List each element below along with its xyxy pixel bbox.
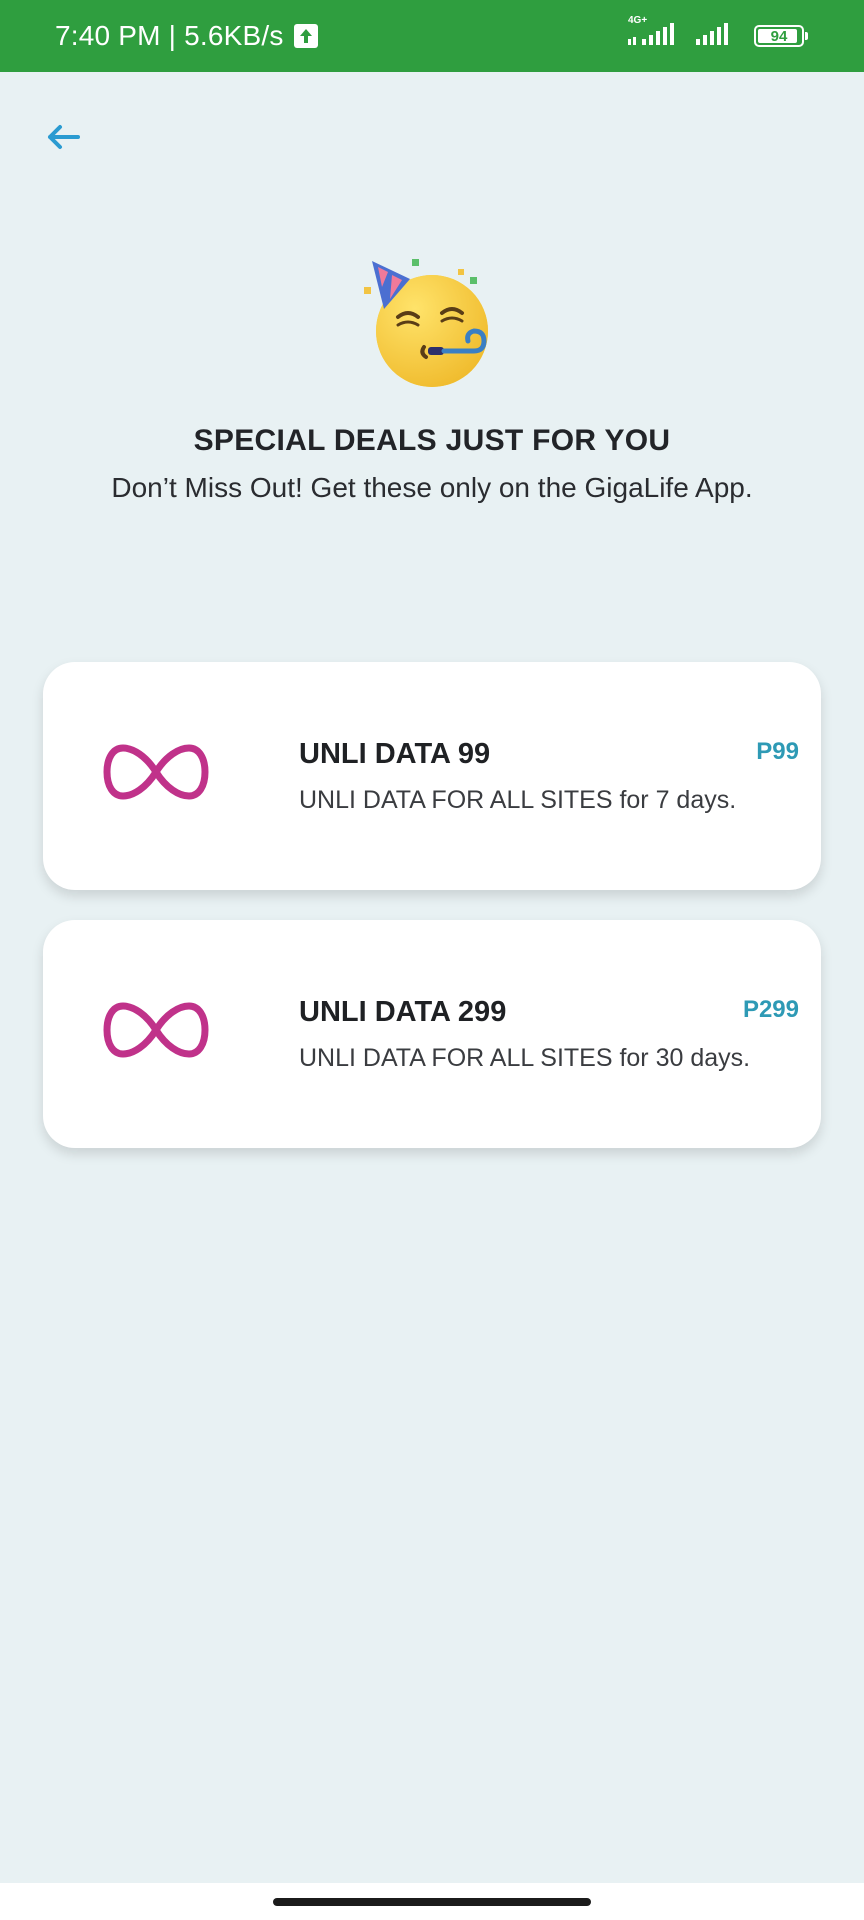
deal-description: UNLI DATA FOR ALL SITES for 7 days. — [299, 786, 737, 814]
upload-icon — [293, 24, 318, 48]
page-subtitle: Don’t Miss Out! Get these only on the Gi… — [111, 472, 753, 503]
signal-icon — [694, 21, 734, 51]
deal-card-unli-data-299[interactable]: UNLI DATA 299 UNLI DATA FOR ALL SITES fo… — [43, 920, 821, 1148]
deal-price: P99 — [756, 738, 799, 765]
page-title: SPECIAL DEALS JUST FOR YOU — [193, 424, 671, 457]
status-right: 4G+ 94 — [626, 0, 808, 72]
status-left: 7:40 PM | 5.6KB/s — [55, 0, 318, 72]
signal-4g-icon: 4G+ — [626, 15, 680, 51]
arrow-left-icon — [48, 125, 80, 149]
infinity-icon — [103, 742, 209, 802]
deal-card-unli-data-99[interactable]: UNLI DATA 99 UNLI DATA FOR ALL SITES for… — [43, 662, 821, 890]
battery-level: 94 — [770, 27, 788, 45]
deal-name: UNLI DATA 99 — [299, 738, 491, 770]
status-bar: 7:40 PM | 5.6KB/s 4G+ 94 — [0, 0, 864, 72]
party-face-icon — [362, 255, 502, 395]
battery-icon: 94 — [754, 25, 808, 47]
back-button[interactable] — [36, 110, 90, 164]
infinity-icon — [103, 1000, 209, 1060]
deal-description: UNLI DATA FOR ALL SITES for 30 days. — [299, 1044, 751, 1072]
deal-price: P299 — [742, 996, 799, 1023]
deal-name: UNLI DATA 299 — [299, 996, 507, 1028]
home-gesture-handle[interactable] — [273, 1898, 591, 1906]
status-time-speed: 7:40 PM | 5.6KB/s — [55, 20, 284, 51]
